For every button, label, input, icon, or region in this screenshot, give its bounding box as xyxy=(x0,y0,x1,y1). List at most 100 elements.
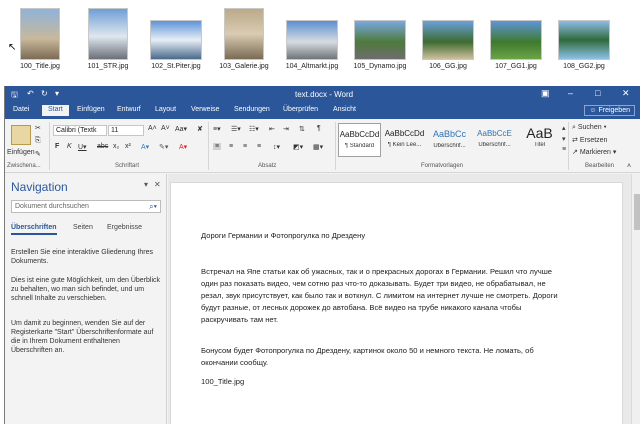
styles-more-icon[interactable]: ≡ xyxy=(562,146,566,153)
minimize-icon[interactable]: – xyxy=(568,88,573,98)
tab-verweise[interactable]: Verweise xyxy=(191,106,219,113)
styles-scroll-down-icon[interactable]: ▾ xyxy=(562,135,566,143)
vertical-scrollbar[interactable] xyxy=(631,174,640,424)
ribbon-tabs: Datei Start Einfügen Entwurf Layout Verw… xyxy=(5,103,640,119)
shrink-font-icon[interactable]: A˅ xyxy=(161,125,170,132)
file-thumbnail[interactable]: 105_Dynamo.jpg xyxy=(350,8,410,70)
undo-icon[interactable]: ↶ xyxy=(27,89,34,98)
bullets-icon[interactable]: ≡▾ xyxy=(213,125,221,133)
subscript-icon[interactable]: x₂ xyxy=(113,143,119,150)
customize-icon[interactable]: ▾ xyxy=(55,89,59,98)
align-center-icon[interactable]: ≡ xyxy=(229,143,233,150)
pane-options-icon[interactable]: ▾ xyxy=(144,180,148,189)
font-color-icon[interactable]: A▾ xyxy=(179,143,187,151)
find-button[interactable]: ⌕ Suchen ▾ xyxy=(572,124,607,132)
change-case-icon[interactable]: Aa▾ xyxy=(175,125,187,133)
increase-indent-icon[interactable]: ⇥ xyxy=(283,125,289,133)
tab-entwurf[interactable]: Entwurf xyxy=(117,106,141,113)
file-name: 101_STR.jpg xyxy=(87,63,129,70)
share-button[interactable]: ☺ Freigeben xyxy=(584,105,635,116)
sort-icon[interactable]: ⇅ xyxy=(299,125,305,133)
redo-icon[interactable]: ↻ xyxy=(41,89,48,98)
paste-icon[interactable] xyxy=(11,125,31,145)
document-search-input[interactable]: Dokument durchsuchen ⌕▾ xyxy=(11,200,161,213)
file-thumbnail[interactable]: 103_Galerie.jpg xyxy=(214,8,274,70)
close-pane-icon[interactable]: ✕ xyxy=(154,180,161,189)
collapse-ribbon-icon[interactable]: ˄ xyxy=(627,163,631,170)
font-name-field[interactable]: Calibri (Textk xyxy=(53,125,107,136)
tab-ansicht[interactable]: Ansicht xyxy=(333,106,356,113)
doc-paragraph[interactable]: Бонусом будет Фотопрогулка по Дрездену, … xyxy=(201,345,566,369)
replace-button[interactable]: ⇄ Ersetzen xyxy=(572,136,607,144)
screen: 100_Title.jpg 101_STR.jpg 102_St.Piter.j… xyxy=(0,0,640,424)
file-name: 105_Dynamo.jpg xyxy=(353,63,407,70)
tab-sendungen[interactable]: Sendungen xyxy=(234,106,270,113)
file-thumbnail[interactable]: 107_GG1.jpg xyxy=(486,8,546,70)
tab-datei[interactable]: Datei xyxy=(13,106,29,113)
styles-scroll-up-icon[interactable]: ▴ xyxy=(562,124,566,132)
shading-icon[interactable]: ◩▾ xyxy=(293,143,303,151)
file-explorer: 100_Title.jpg 101_STR.jpg 102_St.Piter.j… xyxy=(0,0,640,84)
show-formatting-icon[interactable]: ¶ xyxy=(317,125,321,132)
close-icon[interactable]: ✕ xyxy=(622,88,630,99)
save-icon[interactable]: 🖫 xyxy=(11,89,18,103)
file-thumbnail[interactable]: 104_Altmarkt.jpg xyxy=(282,8,342,70)
multilevel-list-icon[interactable]: ☷▾ xyxy=(249,125,259,133)
tab-layout[interactable]: Layout xyxy=(155,106,176,113)
file-thumbnail[interactable]: 106_GG.jpg xyxy=(418,8,478,70)
underline-icon[interactable]: U▾ xyxy=(78,143,87,151)
doc-heading[interactable]: Дороги Германии и Фотопрогулка по Дрезде… xyxy=(201,230,566,242)
document-page[interactable]: Дороги Германии и Фотопрогулка по Дрезде… xyxy=(170,182,623,424)
align-right-icon[interactable]: ≡ xyxy=(243,143,247,150)
copy-icon[interactable]: ⎘ xyxy=(35,137,41,145)
clear-formatting-icon[interactable]: ✘ xyxy=(197,125,203,133)
style-heading-1[interactable]: AaBbCc Überschrif... xyxy=(428,123,471,157)
style-title[interactable]: AaB Titel xyxy=(518,123,561,157)
style-name: Titel xyxy=(533,142,546,148)
maximize-icon[interactable]: □ xyxy=(595,88,600,98)
bold-icon[interactable]: F xyxy=(55,143,59,150)
ribbon-display-icon[interactable]: ▣ xyxy=(541,88,550,99)
numbering-icon[interactable]: ☰▾ xyxy=(231,125,241,133)
file-thumbnail[interactable]: 101_STR.jpg xyxy=(78,8,138,70)
scrollbar-thumb[interactable] xyxy=(634,194,640,230)
tab-pages[interactable]: Seiten xyxy=(73,224,93,231)
style-no-spacing[interactable]: AaBbCcDd ¶ Kein Lee... xyxy=(383,123,426,157)
window-title: text.docx - Word xyxy=(295,90,354,99)
doc-paragraph[interactable]: Встречал на Япе статьи как об ужасных, т… xyxy=(201,266,566,326)
tab-ueberpruefen[interactable]: Überprüfen xyxy=(283,106,318,113)
style-preview: AaBbCc xyxy=(432,129,467,139)
file-thumbnail[interactable]: 100_Title.jpg xyxy=(10,8,70,70)
italic-icon[interactable]: K xyxy=(67,143,72,150)
style-preview: AaBbCcDd xyxy=(384,129,425,138)
paste-button[interactable]: Einfügen xyxy=(7,149,35,156)
cut-icon[interactable]: ✂ xyxy=(35,124,41,132)
file-thumbnail[interactable]: 102_St.Piter.jpg xyxy=(146,8,206,70)
strikethrough-icon[interactable]: abc xyxy=(97,143,108,150)
borders-icon[interactable]: ▦▾ xyxy=(313,143,323,151)
superscript-icon[interactable]: x² xyxy=(125,143,131,150)
line-spacing-icon[interactable]: ↕▾ xyxy=(273,143,280,151)
select-button[interactable]: ↗ Markieren ▾ xyxy=(572,148,616,156)
decrease-indent-icon[interactable]: ⇤ xyxy=(269,125,275,133)
highlight-icon[interactable]: ✎▾ xyxy=(159,143,168,151)
doc-paragraph[interactable]: 100_Title.jpg xyxy=(201,376,566,388)
style-preview: AaB xyxy=(526,125,553,141)
tab-headings[interactable]: Überschriften xyxy=(11,224,57,235)
tab-start[interactable]: Start xyxy=(42,105,69,116)
style-standard[interactable]: AaBbCcDd ¶ Standard xyxy=(338,123,381,157)
style-heading-2[interactable]: AaBbCcE Überschrif... xyxy=(473,123,516,157)
nav-help-text: Um damit zu beginnen, wenden Sie auf der… xyxy=(11,320,154,354)
tab-results[interactable]: Ergebnisse xyxy=(107,224,142,231)
justify-icon[interactable]: ≡ xyxy=(257,143,261,150)
file-thumbnail[interactable]: 108_GG2.jpg xyxy=(554,8,614,70)
font-size-field[interactable]: 11 xyxy=(108,125,144,136)
format-painter-icon[interactable]: ✎ xyxy=(35,150,41,158)
file-name: 108_GG2.jpg xyxy=(563,63,605,70)
search-icon[interactable]: ⌕▾ xyxy=(149,202,157,212)
grow-font-icon[interactable]: A˄ xyxy=(148,125,157,132)
text-effects-icon[interactable]: A▾ xyxy=(141,143,149,151)
file-name: 104_Altmarkt.jpg xyxy=(285,63,339,70)
tab-einfuegen[interactable]: Einfügen xyxy=(77,106,105,113)
align-left-icon[interactable]: ≡ xyxy=(213,143,222,150)
